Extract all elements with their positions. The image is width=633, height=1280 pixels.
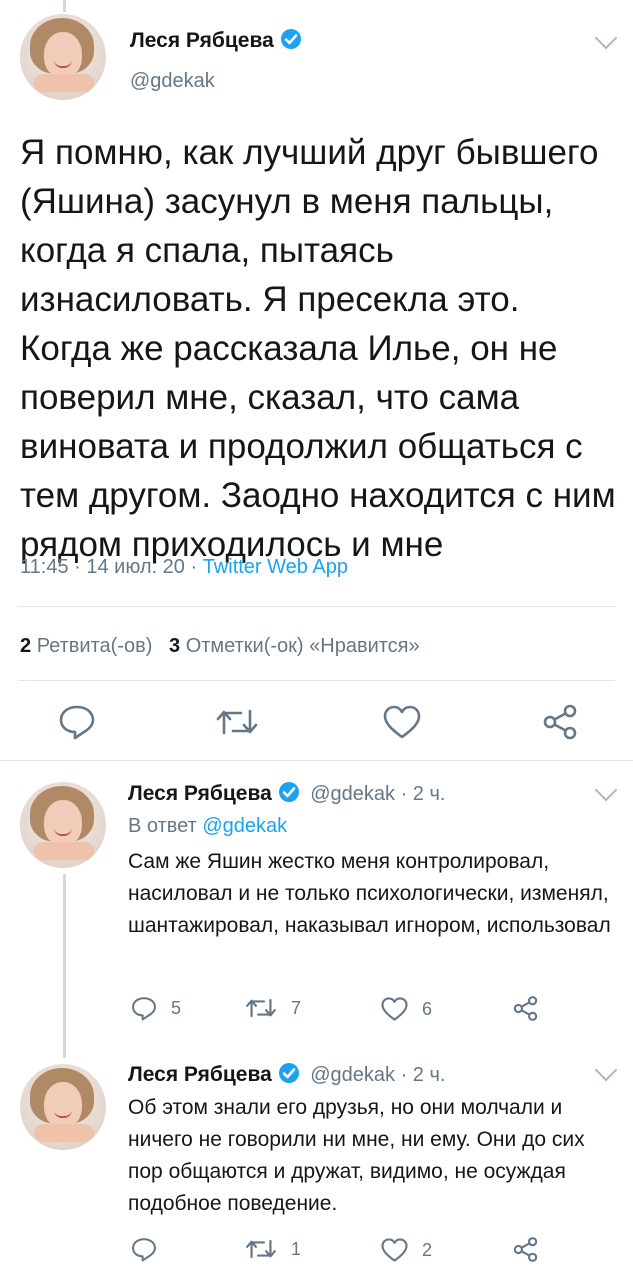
- author-handle[interactable]: @gdekak: [130, 70, 215, 93]
- reply-button[interactable]: [58, 704, 96, 740]
- verified-badge-icon: [280, 28, 302, 55]
- reply-icon: [58, 704, 96, 740]
- retweet-button[interactable]: [215, 707, 259, 737]
- tweet-stats: 2 Ретвита(-ов) 3 Отметки(-ок) «Нравится»: [20, 635, 420, 658]
- divider: [0, 760, 633, 761]
- retweet-icon: [215, 707, 259, 737]
- reply-button[interactable]: 5: [131, 996, 181, 1021]
- like-count: 6: [422, 998, 433, 1019]
- divider: [18, 606, 615, 607]
- avatar[interactable]: [20, 1064, 106, 1150]
- tweet-meta[interactable]: @gdekak · 2 ч.: [310, 1064, 445, 1086]
- divider: [18, 680, 615, 681]
- retweet-button[interactable]: 1: [245, 1238, 301, 1260]
- author-name[interactable]: Леся Рябцева: [130, 29, 274, 52]
- verified-badge-icon: [278, 1062, 300, 1089]
- like-button[interactable]: 6: [381, 997, 432, 1021]
- like-icon: [383, 705, 421, 739]
- retweet-icon: [245, 1238, 277, 1260]
- thread-line-reply: [63, 874, 66, 1058]
- share-icon: [512, 995, 539, 1022]
- reply-button[interactable]: [131, 1237, 171, 1262]
- tweet-meta[interactable]: @gdekak · 2 ч.: [310, 783, 445, 805]
- retweet-count: 1: [291, 1238, 302, 1259]
- tweet-meta: 11:45 · 14 июл. 20 · Twitter Web App: [20, 556, 348, 579]
- tweet-text: Сам же Яшин жестко меня контролировал, н…: [128, 850, 611, 937]
- replying-to-handle[interactable]: @gdekak: [202, 815, 287, 837]
- share-button[interactable]: [512, 995, 539, 1022]
- thread-line-top: [63, 0, 66, 12]
- like-button[interactable]: 2: [381, 1238, 432, 1262]
- reply-count: 5: [171, 998, 182, 1018]
- retweet-button[interactable]: 7: [245, 997, 301, 1019]
- retweet-count: 7: [291, 997, 302, 1018]
- share-icon: [512, 1236, 539, 1263]
- chevron-down-icon[interactable]: [594, 26, 618, 50]
- share-icon: [541, 703, 579, 741]
- like-icon: [381, 997, 408, 1021]
- verified-badge-icon: [278, 781, 300, 808]
- author-name[interactable]: Леся Рябцева: [128, 782, 272, 805]
- likes-count[interactable]: 3: [169, 635, 180, 657]
- like-button[interactable]: [383, 705, 421, 739]
- tweet-text: Об этом знали его друзья, но они молчали…: [128, 1096, 585, 1215]
- retweets-label[interactable]: Ретвита(-ов): [37, 635, 153, 657]
- likes-label[interactable]: Отметки(-ок) «Нравится»: [186, 635, 420, 657]
- replying-to: В ответ @gdekak: [128, 815, 287, 838]
- avatar[interactable]: [20, 14, 106, 100]
- tweet-time: 11:45 · 14 июл. 20 ·: [20, 556, 203, 578]
- replying-to-label: В ответ: [128, 815, 203, 837]
- avatar[interactable]: [20, 782, 106, 868]
- chevron-down-icon[interactable]: [594, 778, 618, 802]
- like-icon: [381, 1238, 408, 1262]
- share-button[interactable]: [541, 703, 579, 741]
- reply-icon: [131, 996, 157, 1021]
- tweet-text: Я помню, как лучший друг бывшего (Яшина)…: [20, 133, 616, 564]
- retweet-icon: [245, 997, 277, 1019]
- tweet-source-link[interactable]: Twitter Web App: [203, 556, 348, 578]
- retweets-count[interactable]: 2: [20, 635, 31, 657]
- like-count: 2: [422, 1239, 433, 1260]
- chevron-down-icon[interactable]: [594, 1058, 618, 1082]
- share-button[interactable]: [512, 1236, 539, 1263]
- reply-icon: [131, 1237, 157, 1262]
- author-name[interactable]: Леся Рябцева: [128, 1063, 272, 1086]
